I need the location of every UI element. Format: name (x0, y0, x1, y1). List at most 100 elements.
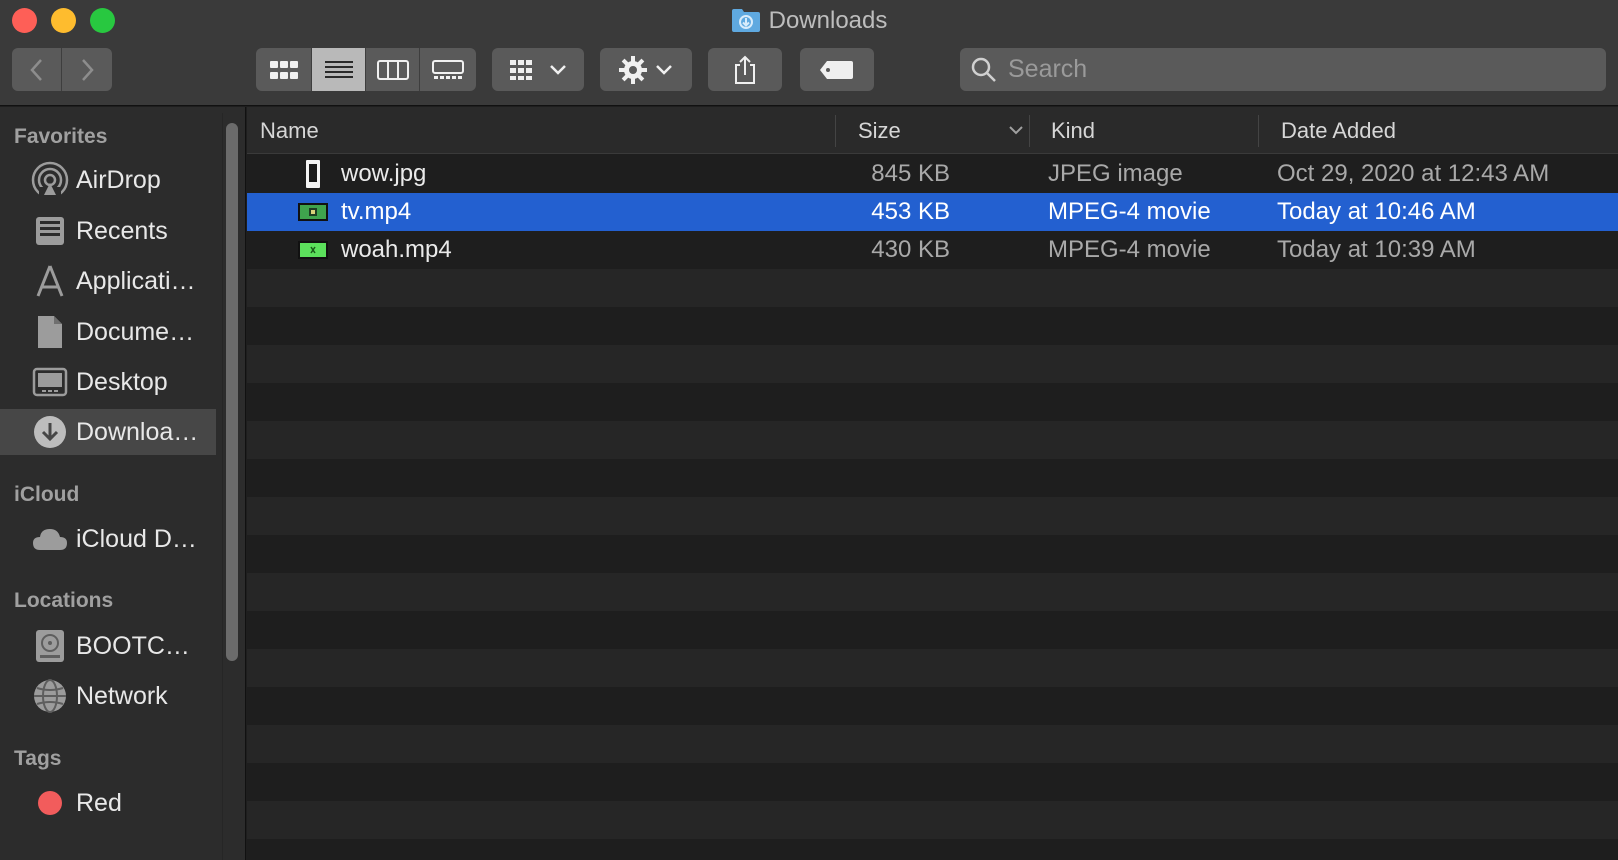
table-row[interactable]: woah.mp4 430 KB MPEG-4 movie Today at 10… (247, 231, 1618, 269)
airdrop-icon (30, 160, 70, 200)
group-grid-icon (510, 59, 532, 80)
video-file-icon (297, 197, 329, 227)
list-view-button[interactable] (312, 48, 366, 91)
empty-row (247, 307, 1618, 345)
sidebar-item-label: Applicati… (76, 266, 196, 295)
downloads-icon (30, 412, 70, 452)
column-header-date-added[interactable]: Date Added (1281, 107, 1396, 154)
group-by-inner (492, 48, 584, 91)
search-field[interactable] (960, 48, 1606, 91)
gallery-view-button[interactable] (420, 48, 476, 91)
sidebar-item-label: iCloud D… (76, 524, 197, 553)
search-input[interactable] (1008, 55, 1588, 84)
sidebar: Favorites AirDrop Recents Applicati… Doc… (0, 107, 246, 860)
sidebar-scrollbar[interactable] (222, 113, 240, 860)
sidebar-item-network[interactable]: Network (0, 673, 216, 719)
sidebar-item-label: Recents (76, 216, 168, 245)
image-file-icon (297, 159, 329, 189)
column-divider[interactable] (1029, 115, 1030, 147)
sidebar-item-applications[interactable]: Applicati… (0, 258, 216, 304)
downloads-folder-icon (731, 7, 761, 43)
sidebar-item-label: Red (76, 788, 122, 817)
file-kind: MPEG-4 movie (1048, 236, 1211, 263)
icon-view-button[interactable] (256, 48, 312, 91)
sidebar-item-downloads[interactable]: Downloa… (0, 409, 216, 455)
applications-icon (30, 261, 70, 301)
sidebar-item-bootcamp[interactable]: BOOTCA… (0, 623, 216, 669)
action-menu-inner (600, 48, 692, 91)
file-name: tv.mp4 (341, 198, 412, 225)
file-list: Name Size Kind Date Added wow.jpg 845 KB… (247, 107, 1618, 860)
nav-buttons (12, 48, 112, 91)
empty-row (247, 801, 1618, 839)
sidebar-item-desktop[interactable]: Desktop (0, 359, 216, 405)
file-name: woah.mp4 (341, 236, 452, 263)
window-title: Downloads (0, 4, 1618, 38)
table-row-selected[interactable]: tv.mp4 453 KB MPEG-4 movie Today at 10:4… (247, 193, 1618, 231)
view-mode-control (256, 48, 476, 91)
column-header: Name Size Kind Date Added (247, 107, 1618, 154)
sidebar-item-documents[interactable]: Docume… (0, 309, 216, 355)
sidebar-item-tag-red[interactable]: Red (0, 780, 216, 826)
empty-row (247, 763, 1618, 801)
column-divider[interactable] (1258, 115, 1259, 147)
sidebar-item-icloud-drive[interactable]: iCloud D… (0, 516, 216, 562)
file-name: wow.jpg (341, 160, 427, 187)
tags-button[interactable] (800, 48, 874, 91)
empty-row (247, 269, 1618, 307)
action-menu-button[interactable] (600, 48, 692, 91)
sidebar-item-label: Docume… (76, 317, 195, 346)
forward-button[interactable] (62, 48, 112, 91)
file-size: 845 KB (871, 160, 950, 187)
column-view-button[interactable] (366, 48, 420, 91)
network-icon (30, 676, 70, 716)
share-button[interactable] (708, 48, 782, 91)
sidebar-item-label: BOOTCA… (76, 631, 206, 660)
column-header-name[interactable]: Name (260, 107, 319, 154)
window-title-text: Downloads (768, 7, 888, 34)
video-file-icon (297, 235, 329, 265)
chevron-right-icon (82, 58, 94, 81)
chevron-down-icon (550, 64, 566, 75)
tag-icon (820, 60, 853, 79)
empty-row (247, 459, 1618, 497)
column-header-kind[interactable]: Kind (1051, 107, 1095, 154)
sidebar-section-icloud: iCloud (14, 483, 80, 506)
cloud-icon (30, 519, 70, 559)
column-divider[interactable] (835, 115, 836, 147)
sidebar-item-airdrop[interactable]: AirDrop (0, 157, 216, 203)
sidebar-item-label: Desktop (76, 367, 168, 396)
empty-row (247, 725, 1618, 763)
grid-icon (269, 60, 298, 79)
gear-icon (619, 55, 647, 84)
desktop-icon (30, 362, 70, 402)
empty-row (247, 649, 1618, 687)
red-tag-icon (30, 783, 70, 823)
file-kind: JPEG image (1048, 160, 1183, 187)
file-size: 430 KB (871, 236, 950, 263)
sort-chevron-down-icon (1009, 126, 1023, 135)
list-icon (324, 60, 353, 78)
tags-inner (800, 48, 874, 91)
column-header-size[interactable]: Size (858, 107, 901, 154)
sidebar-section-tags: Tags (14, 747, 62, 770)
recents-icon (30, 211, 70, 251)
file-date-added: Today at 10:46 AM (1277, 198, 1476, 225)
sidebar-scrollbar-thumb[interactable] (226, 123, 238, 661)
disk-icon (30, 626, 70, 666)
empty-row (247, 839, 1618, 860)
sidebar-item-label: Network (76, 681, 168, 710)
group-by-button[interactable] (492, 48, 584, 91)
sidebar-item-recents[interactable]: Recents (0, 208, 216, 254)
sidebar-section-locations: Locations (14, 589, 114, 612)
columns-icon (376, 59, 409, 80)
share-inner (708, 48, 782, 91)
empty-row (247, 383, 1618, 421)
sidebar-item-label: AirDrop (76, 165, 161, 194)
sidebar-section-favorites: Favorites (14, 125, 108, 148)
table-row[interactable]: wow.jpg 845 KB JPEG image Oct 29, 2020 a… (247, 155, 1618, 193)
chevron-down-icon (656, 64, 672, 75)
back-button[interactable] (12, 48, 62, 91)
empty-row (247, 497, 1618, 535)
share-icon (735, 55, 755, 84)
